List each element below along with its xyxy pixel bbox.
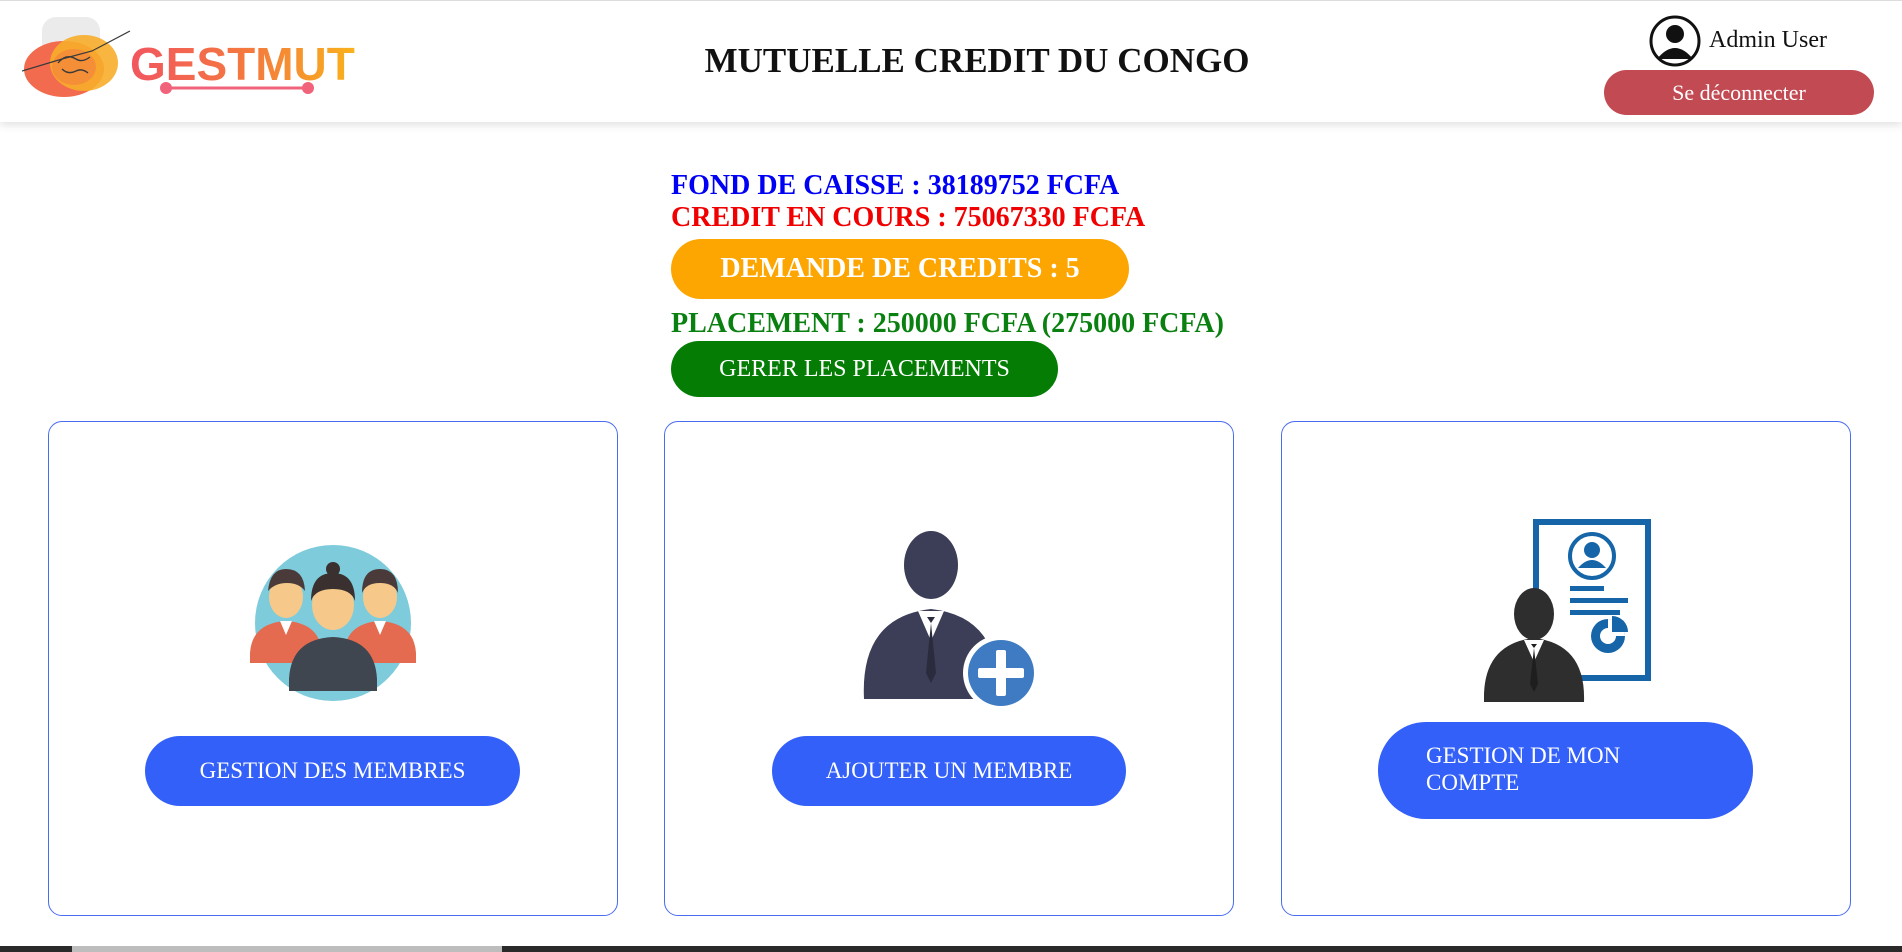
add-member-icon	[863, 531, 1038, 711]
card-ajouter-membre: AJOUTER UN MEMBRE	[664, 421, 1234, 916]
account-document-icon	[1484, 519, 1651, 702]
horizontal-scrollbar[interactable]	[0, 946, 1902, 952]
logo-underline-icon	[160, 82, 314, 94]
gerer-placements-button[interactable]: GERER LES PLACEMENTS	[671, 341, 1058, 397]
gestion-compte-button[interactable]: GESTION DE MON COMPTE	[1378, 722, 1753, 819]
demande-credits-button[interactable]: DEMANDE DE CREDITS : 5	[671, 239, 1129, 299]
user-avatar-icon[interactable]	[1649, 15, 1701, 67]
card-gestion-compte: GESTION DE MON COMPTE	[1281, 421, 1851, 916]
gestion-membres-button[interactable]: GESTION DES MEMBRES	[145, 736, 520, 806]
dashboard-page: GESTMUT MUTUELLE CREDIT DU CONGO Admin U…	[0, 0, 1902, 952]
credit-en-cours-text: CREDIT EN COURS : 75067330 FCFA	[671, 202, 1146, 233]
logout-button[interactable]: Se déconnecter	[1604, 70, 1874, 115]
ajouter-membre-button[interactable]: AJOUTER UN MEMBRE	[772, 736, 1126, 806]
placement-text: PLACEMENT : 250000 FCFA (275000 FCFA)	[671, 308, 1224, 339]
members-group-icon	[250, 545, 416, 701]
user-name: Admin User	[1709, 27, 1827, 53]
top-header: GESTMUT MUTUELLE CREDIT DU CONGO Admin U…	[0, 0, 1902, 122]
fond-de-caisse-text: FOND DE CAISSE : 38189752 FCFA	[671, 170, 1120, 201]
scrollbar-thumb[interactable]	[72, 946, 502, 952]
card-gestion-membres: GESTION DES MEMBRES	[48, 421, 618, 916]
